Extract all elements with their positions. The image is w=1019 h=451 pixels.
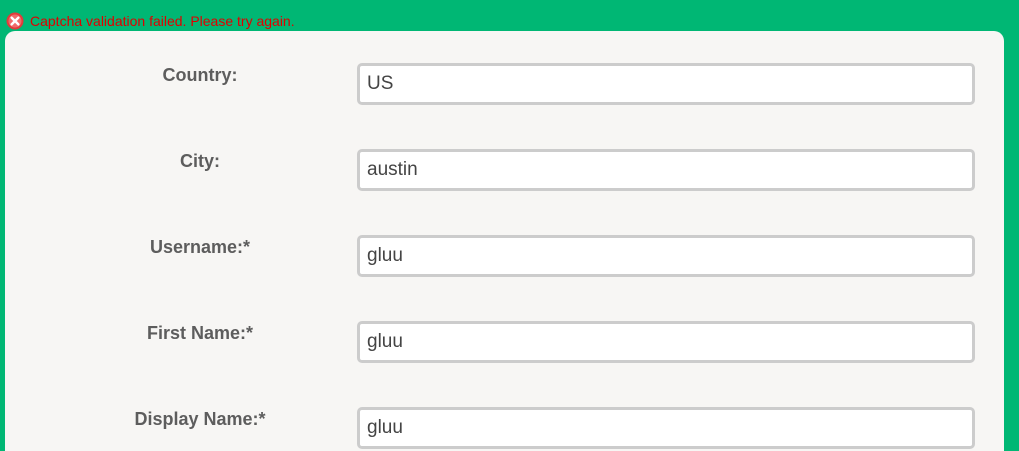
username-label: Username:*: [149, 237, 251, 257]
error-message-bar: Captcha validation failed. Please try ag…: [6, 11, 295, 31]
form-row-city: City:: [5, 149, 1004, 193]
registration-form-panel: Country: City: Username:* First Name:* D…: [5, 31, 1004, 451]
country-field[interactable]: [357, 63, 975, 105]
display-name-label: Display Name:*: [134, 409, 266, 429]
form-row-display-name: Display Name:*: [5, 407, 1004, 451]
country-label: Country:: [162, 65, 238, 85]
display-name-field[interactable]: [357, 407, 975, 449]
error-circle-x-icon: [6, 12, 24, 30]
city-field[interactable]: [357, 149, 975, 191]
form-row-username: Username:*: [5, 235, 1004, 279]
username-field[interactable]: [357, 235, 975, 277]
first-name-field[interactable]: [357, 321, 975, 363]
form-row-country: Country:: [5, 63, 1004, 107]
city-label: City:: [180, 151, 220, 171]
first-name-label: First Name:*: [146, 323, 254, 343]
error-message-text: Captcha validation failed. Please try ag…: [30, 13, 295, 29]
form-row-first-name: First Name:*: [5, 321, 1004, 365]
